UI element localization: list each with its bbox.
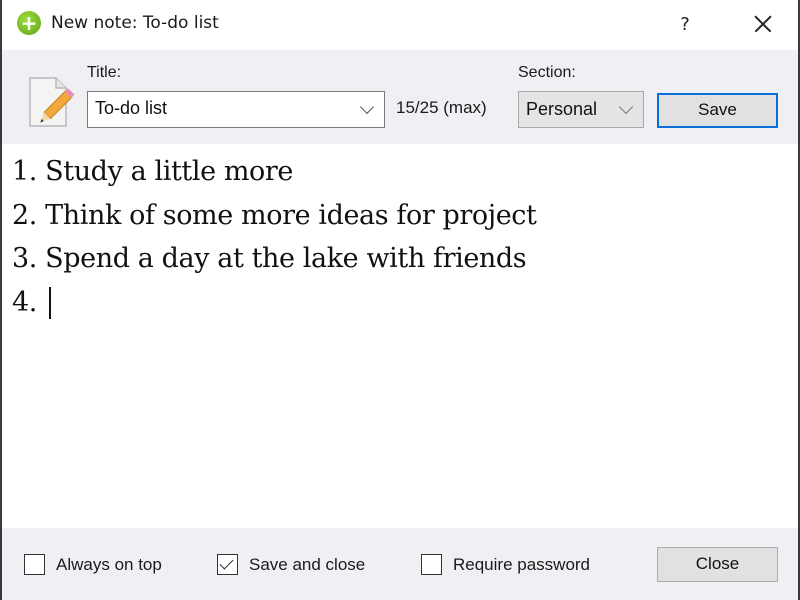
section-label: Section: xyxy=(518,64,576,81)
plus-circle-icon: + xyxy=(17,11,41,35)
editor-line: 1. Study a little more xyxy=(12,156,293,187)
require-password-label: Require password xyxy=(453,554,591,574)
save-button[interactable]: Save xyxy=(657,93,778,128)
window-title: New note: To-do list xyxy=(51,13,219,33)
note-pencil-icon xyxy=(29,77,75,127)
always-on-top-checkbox[interactable]: Always on top xyxy=(24,554,162,575)
character-count: 15/25 (max) xyxy=(396,98,487,117)
title-label: Title: xyxy=(87,64,122,81)
save-and-close-checkbox[interactable]: Save and close xyxy=(217,554,365,575)
require-password-checkbox[interactable]: Require password xyxy=(421,554,590,575)
footer-panel: Always on top Save and close Require pas… xyxy=(2,528,798,600)
text-caret xyxy=(49,287,51,319)
checkbox-box-checked[interactable] xyxy=(217,554,238,575)
title-value: To-do list xyxy=(95,98,168,118)
section-dropdown[interactable]: Personal xyxy=(518,91,644,128)
note-editor[interactable]: 1. Study a little more 2. Think of some … xyxy=(2,144,798,528)
help-button[interactable]: ? xyxy=(670,10,700,40)
chevron-down-icon[interactable] xyxy=(359,99,375,115)
editor-line: 4. xyxy=(12,281,788,325)
chevron-down-icon[interactable] xyxy=(618,99,634,115)
checkbox-box[interactable] xyxy=(421,554,442,575)
editor-line: 3. Spend a day at the lake with friends xyxy=(12,243,527,274)
close-icon[interactable] xyxy=(744,8,780,40)
always-on-top-label: Always on top xyxy=(56,554,162,574)
new-note-window: + New note: To-do list ? Title: To-do li… xyxy=(0,0,800,600)
checkbox-box[interactable] xyxy=(24,554,45,575)
note-header-panel: Title: To-do list 15/25 (max) Section: P… xyxy=(2,50,798,144)
editor-line-text: 4. xyxy=(12,286,46,318)
title-combobox[interactable]: To-do list xyxy=(87,91,385,128)
save-and-close-label: Save and close xyxy=(249,554,366,574)
close-button[interactable]: Close xyxy=(657,547,778,582)
section-value: Personal xyxy=(526,99,598,119)
title-bar: + New note: To-do list ? xyxy=(2,0,798,50)
editor-line: 2. Think of some more ideas for project xyxy=(12,199,537,231)
